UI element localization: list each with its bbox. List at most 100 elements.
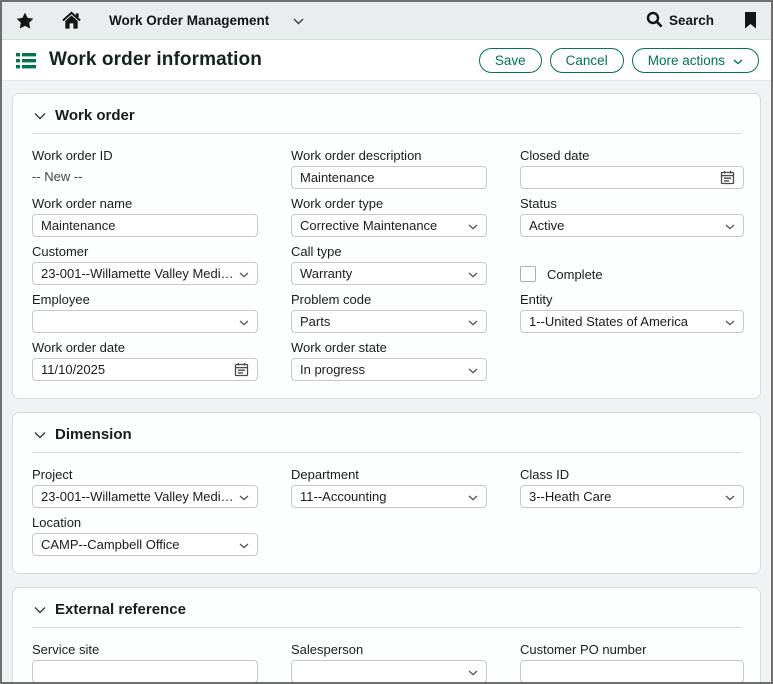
field-project: Project 23-001--Willamette Valley Medica… [32,466,258,508]
field-label: Work order name [32,195,258,212]
field-status: Status Active [520,195,744,237]
field-label: Salesperson [291,641,487,658]
selected-value: 11--Accounting [300,489,386,504]
work-order-state-select[interactable]: In progress [291,358,487,381]
chevron-down-icon [725,489,735,504]
app-window: Work Order Management Search [0,0,773,684]
chevron-down-icon [239,314,249,329]
chevron-down-icon [468,664,478,679]
field-complete: Complete [520,243,744,285]
home-icon[interactable] [61,11,82,30]
section-title: Work order [55,107,135,124]
chevron-down-icon [34,601,46,618]
field-work-order-type: Work order type Corrective Maintenance [291,195,487,237]
work-order-name-input[interactable] [32,214,258,237]
field-label: Department [291,466,487,483]
field-salesperson: Salesperson [291,641,487,683]
customer-select[interactable]: 23-001--Willamette Valley Medical [32,262,258,285]
field-label: Customer [32,243,258,260]
complete-checkbox[interactable] [520,266,536,282]
field-problem-code: Problem code Parts [291,291,487,333]
work-order-description-input[interactable] [291,166,487,189]
field-label: Employee [32,291,258,308]
field-location: Location CAMP--Campbell Office [32,514,258,556]
app-menu-label: Work Order Management [109,13,269,28]
complete-checkbox-label: Complete [547,267,603,282]
chevron-down-icon [733,53,743,68]
cancel-label: Cancel [566,53,608,68]
field-label: Call type [291,243,487,260]
service-site-input[interactable] [32,660,258,683]
chevron-down-icon [239,266,249,281]
field-label: Problem code [291,291,487,308]
chevron-down-icon [239,489,249,504]
top-navigation-bar: Work Order Management Search [2,2,771,40]
problem-code-select[interactable]: Parts [291,310,487,333]
field-label: Service site [32,641,258,658]
cancel-button[interactable]: Cancel [550,48,624,73]
department-select[interactable]: 11--Accounting [291,485,487,508]
field-work-order-date: Work order date [32,339,258,381]
employee-select[interactable] [32,310,258,333]
selected-value: In progress [300,362,365,377]
field-customer-po-number: Customer PO number [520,641,744,683]
topbar-right-group: Search [646,11,757,31]
section-header-external-reference[interactable]: External reference [32,599,741,628]
selected-value: 23-001--Willamette Valley Medical [41,489,235,504]
dimension-grid: Project 23-001--Willamette Valley Medica… [32,466,741,556]
field-label: Work order state [291,339,487,356]
location-select[interactable]: CAMP--Campbell Office [32,533,258,556]
calendar-icon[interactable] [234,362,249,377]
field-work-order-id: Work order ID -- New -- [32,147,258,189]
selected-value: Warranty [300,266,352,281]
field-label: Class ID [520,466,744,483]
more-actions-button[interactable]: More actions [632,48,759,73]
entity-select[interactable]: 1--United States of America [520,310,744,333]
field-entity: Entity 1--United States of America [520,291,744,333]
chevron-down-icon [34,426,46,443]
work-order-date-input[interactable] [32,358,258,381]
chevron-down-icon [468,489,478,504]
project-select[interactable]: 23-001--Willamette Valley Medical [32,485,258,508]
header-actions: Save Cancel More actions [479,48,759,73]
status-select[interactable]: Active [520,214,744,237]
save-button[interactable]: Save [479,48,542,73]
favorites-star-icon[interactable] [16,12,34,30]
work-order-date-text[interactable] [41,362,234,377]
field-call-type: Call type Warranty [291,243,487,285]
chevron-down-icon [725,218,735,233]
chevron-down-icon [468,362,478,377]
external-reference-grid: Service site Salesperson Customer PO num… [32,641,741,684]
field-label: Customer PO number [520,641,744,658]
app-menu-dropdown[interactable]: Work Order Management [109,13,304,28]
list-icon[interactable] [16,52,36,69]
selected-value: Active [529,218,564,233]
field-work-order-state: Work order state In progress [291,339,487,381]
selected-value: Corrective Maintenance [300,218,437,233]
selected-value: 23-001--Willamette Valley Medical [41,266,235,281]
call-type-select[interactable]: Warranty [291,262,487,285]
class-id-select[interactable]: 3--Heath Care [520,485,744,508]
section-title: Dimension [55,426,132,443]
page-title: Work order information [49,49,262,71]
bookmark-icon[interactable] [744,12,757,29]
customer-po-number-input[interactable] [520,660,744,683]
save-label: Save [495,53,526,68]
work-order-grid: Work order ID -- New -- Work order descr… [32,147,741,381]
search-icon [646,11,663,31]
field-label: Project [32,466,258,483]
closed-date-input[interactable] [520,166,744,189]
search-button[interactable]: Search [646,11,714,31]
field-label: Status [520,195,744,212]
section-title: External reference [55,601,186,618]
section-header-work-order[interactable]: Work order [32,105,741,134]
empty-cell [520,339,744,381]
work-order-type-select[interactable]: Corrective Maintenance [291,214,487,237]
section-header-dimension[interactable]: Dimension [32,424,741,453]
field-label: Work order type [291,195,487,212]
closed-date-text[interactable] [529,170,720,185]
salesperson-select[interactable] [291,660,487,683]
field-work-order-description: Work order description [291,147,487,189]
calendar-icon[interactable] [720,170,735,185]
field-label: Closed date [520,147,744,164]
